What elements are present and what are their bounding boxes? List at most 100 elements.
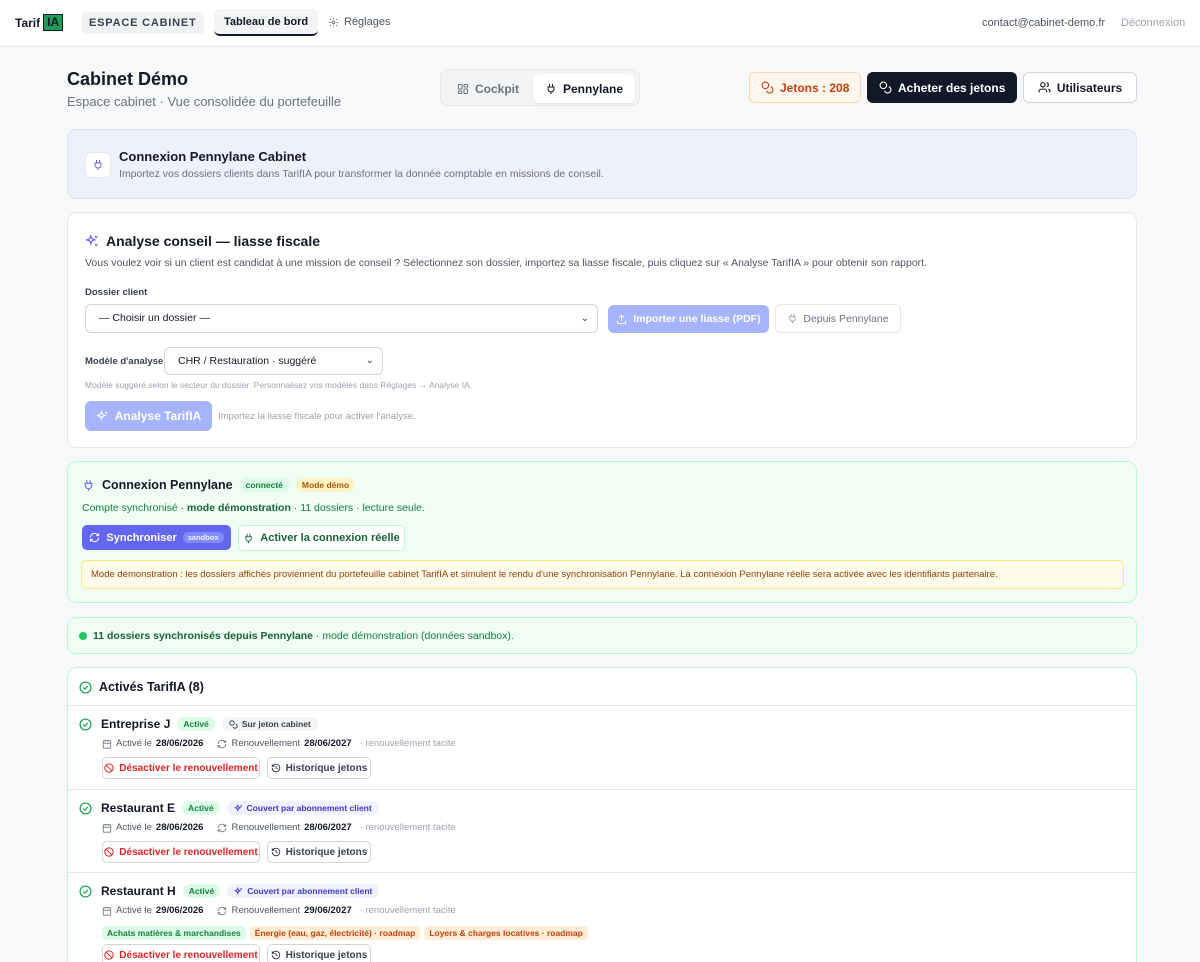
entry-actions: Désactiver le renouvellement Historique … xyxy=(102,841,371,863)
entry-meta: Activé le 28/06/2026 Renouvellement 28/0… xyxy=(102,738,456,749)
funding-pill: Couvert par abonnement client xyxy=(226,801,379,815)
history-jetons-button[interactable]: Historique jetons xyxy=(267,841,371,863)
modele-select[interactable]: CHR / Restauration · suggéré ⌄ xyxy=(164,347,383,375)
renew-label: Renouvellement xyxy=(231,738,301,749)
pennylane-status: Compte synchronisé · mode démonstration … xyxy=(82,502,425,514)
app-logo[interactable]: Tarif IA xyxy=(15,14,64,31)
analyse-hint: Importez la liasse fiscale pour activer … xyxy=(218,411,416,422)
analyse-title-text: Analyse conseil — liasse fiscale xyxy=(106,233,321,249)
dossier-label: Dossier client xyxy=(85,287,148,298)
active-date: 28/06/2026 xyxy=(155,738,204,749)
sparkles-icon xyxy=(233,803,243,813)
activated-list-card: Activés TarifIA (8) Entreprise J Activé … xyxy=(67,667,1137,962)
list-item: Restaurant E Activé Couvert par abonneme… xyxy=(68,790,1136,873)
client-name: Restaurant H xyxy=(101,884,176,898)
users-icon xyxy=(1038,81,1051,94)
space-badge: ESPACE CABINET xyxy=(82,12,204,34)
dossier-select[interactable]: — Choisir un dossier — ⌄ xyxy=(85,304,598,333)
check-circle-icon xyxy=(79,680,92,694)
analyse-tarifia-label: Analyse TarifIA xyxy=(114,409,202,423)
history-icon xyxy=(271,763,281,773)
activate-real-connection-label: Activer la connexion réelle xyxy=(260,532,400,544)
renew-note: · renouvellement tacite xyxy=(359,905,456,916)
logout-link[interactable]: Déconnexion xyxy=(1121,17,1185,29)
jetons-balance[interactable]: Jetons : 208 xyxy=(749,72,862,103)
pennylane-title-text: Connexion Pennylane xyxy=(102,478,233,492)
deactivate-renewal-button[interactable]: Désactiver le renouvellement xyxy=(102,944,260,962)
category-tag: Achats matières & marchandises xyxy=(102,926,246,940)
list-item: Restaurant H Activé Couvert par abonneme… xyxy=(68,873,1136,962)
tab-pennylane-label: Pennylane xyxy=(563,81,624,96)
history-jetons-label: Historique jetons xyxy=(285,949,368,961)
modele-hint: Modèle suggéré selon le secteur du dossi… xyxy=(85,380,472,390)
activate-real-connection-button[interactable]: Activer la connexion réelle xyxy=(238,525,405,551)
sparkles-icon xyxy=(85,234,99,248)
funding-pill-label: Couvert par abonnement client xyxy=(246,803,372,813)
analyse-description: Vous voulez voir si un client est candid… xyxy=(85,257,928,269)
depuis-pennylane-button[interactable]: Depuis Pennylane xyxy=(775,304,901,333)
status-dot xyxy=(79,632,87,640)
history-icon xyxy=(271,847,281,857)
synchronize-label: Synchroniser xyxy=(106,531,177,544)
analyse-card: Analyse conseil — liasse fiscale Vous vo… xyxy=(67,212,1137,448)
history-jetons-button[interactable]: Historique jetons xyxy=(267,944,371,962)
refresh-icon xyxy=(217,906,227,916)
deactivate-renewal-button[interactable]: Désactiver le renouvellement xyxy=(102,841,260,863)
card-subtitle: Importez vos dossiers clients dans Tarif… xyxy=(119,168,604,180)
analyse-title: Analyse conseil — liasse fiscale xyxy=(85,233,320,249)
funding-pill-label: Couvert par abonnement client xyxy=(247,886,373,896)
plug-icon xyxy=(82,479,95,492)
pennylane-title: Connexion Pennylane connecté Mode démo xyxy=(82,478,356,492)
page-subtitle: Espace cabinet · Vue consolidée du porte… xyxy=(67,94,342,109)
refresh-icon xyxy=(217,739,227,749)
active-date: 29/06/2026 xyxy=(155,905,204,916)
history-jetons-button[interactable]: Historique jetons xyxy=(267,757,371,779)
sync-count: 11 dossiers synchronisés depuis Pennylan… xyxy=(93,630,314,642)
status-mode: mode démonstration xyxy=(187,502,291,514)
deactivate-renewal-label: Désactiver le renouvellement xyxy=(119,949,258,961)
category-tag: Énergie (eau, gaz, électricité) · roadma… xyxy=(249,926,421,940)
demo-mode-notice: Mode démonstration : les dossiers affich… xyxy=(81,560,1124,589)
activated-list-header: Activés TarifIA (8) xyxy=(68,668,1136,706)
synchronize-button[interactable]: Synchroniser sandbox xyxy=(82,525,231,550)
coins-icon xyxy=(761,81,774,94)
funding-pill-label: Sur jeton cabinet xyxy=(241,719,311,729)
renew-date: 29/06/2027 xyxy=(304,905,352,916)
coins-icon xyxy=(879,81,892,94)
chevron-down-icon: ⌄ xyxy=(365,355,374,366)
active-label: Activé le xyxy=(116,905,152,916)
tab-dashboard[interactable]: Tableau de bord xyxy=(214,9,319,36)
renew-note: · renouvellement tacite xyxy=(359,822,456,833)
dossier-select-value: — Choisir un dossier — xyxy=(99,312,210,324)
sparkles-icon xyxy=(234,886,243,896)
sparkles-icon xyxy=(95,409,109,423)
deactivate-renewal-button[interactable]: Désactiver le renouvellement xyxy=(102,757,260,779)
history-jetons-label: Historique jetons xyxy=(285,762,368,774)
entry-header: Restaurant E Activé Couvert par abonneme… xyxy=(79,801,379,815)
upload-icon xyxy=(616,314,627,325)
list-item: Entreprise J Activé Sur jeton cabinet Ac… xyxy=(68,706,1136,790)
refresh-icon xyxy=(217,823,227,833)
status-badge: Activé xyxy=(182,801,220,815)
logo-text: Tarif xyxy=(15,15,41,30)
sync-mode: · mode démonstration (données sandbox). xyxy=(313,630,514,642)
entry-actions: Désactiver le renouvellement Historique … xyxy=(102,944,371,962)
status-prefix: Compte synchronisé · xyxy=(82,502,188,514)
active-label: Activé le xyxy=(116,738,152,749)
deactivate-renewal-label: Désactiver le renouvellement xyxy=(119,846,258,858)
activated-list-title-text: Activés TarifIA (8) xyxy=(99,680,204,694)
analyse-tarifia-button[interactable]: Analyse TarifIA xyxy=(85,401,212,431)
entry-tags: Achats matières & marchandises Énergie (… xyxy=(102,926,588,940)
tab-cockpit[interactable]: Cockpit xyxy=(445,74,531,103)
tab-settings-label: Réglages xyxy=(344,16,391,28)
buy-jetons-button[interactable]: Acheter des jetons xyxy=(867,72,1018,103)
client-name: Restaurant E xyxy=(101,801,176,815)
chevron-down-icon: ⌄ xyxy=(580,313,589,324)
calendar-icon xyxy=(102,739,112,749)
import-liasse-button[interactable]: Importer une liasse (PDF) xyxy=(608,305,769,333)
ban-icon xyxy=(104,950,114,960)
plug-icon xyxy=(243,533,254,544)
users-button[interactable]: Utilisateurs xyxy=(1023,72,1137,103)
tab-pennylane[interactable]: Pennylane xyxy=(533,74,636,103)
tab-settings[interactable]: Réglages xyxy=(318,9,400,36)
